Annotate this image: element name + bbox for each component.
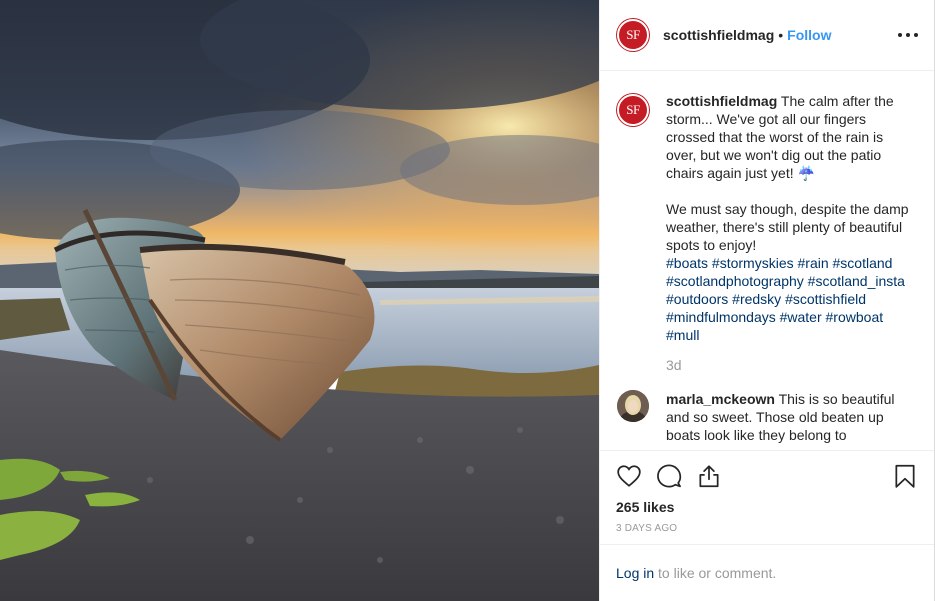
caption-hashtags[interactable]: #boats #stormyskies #rain #scotland #sco…: [666, 254, 910, 344]
comment-icon[interactable]: [656, 463, 682, 489]
follow-button[interactable]: Follow: [787, 27, 831, 43]
login-link[interactable]: Log in: [616, 565, 654, 581]
caption-avatar[interactable]: SF: [617, 94, 649, 126]
post-timestamp: 3 DAYS AGO: [616, 523, 678, 534]
heart-icon[interactable]: [616, 463, 642, 489]
caption-body: scottishfieldmag The calm after the stor…: [666, 92, 910, 374]
post-actions: 265 likes 3 DAYS AGO: [600, 450, 934, 544]
login-prompt-text: to like or comment.: [654, 565, 777, 581]
post-header: SF scottishfieldmag • Follow: [600, 0, 934, 71]
action-icons: [616, 451, 918, 501]
login-prompt: Log in to like or comment.: [600, 544, 934, 601]
comment-username[interactable]: marla_mckeown: [666, 391, 775, 407]
caption-username[interactable]: scottishfieldmag: [666, 93, 777, 109]
caption-comment: SF scottishfieldmag The calm after the s…: [617, 92, 912, 374]
profile-avatar[interactable]: SF: [617, 19, 649, 51]
likes-count[interactable]: 265 likes: [616, 499, 918, 515]
bookmark-icon[interactable]: [892, 463, 918, 489]
post-image: [0, 0, 599, 601]
post-photo[interactable]: [0, 0, 599, 601]
comments-list[interactable]: SF scottishfieldmag The calm after the s…: [600, 72, 934, 450]
commenter-photo: [617, 390, 649, 422]
post-sidebar: SF scottishfieldmag • Follow SF scottish…: [599, 0, 935, 601]
caption-age[interactable]: 3d: [666, 356, 910, 374]
caption-paragraph: We must say though, despite the damp wea…: [666, 201, 909, 253]
header-username[interactable]: scottishfieldmag: [663, 27, 774, 43]
header-separator: •: [778, 27, 784, 43]
more-options-icon[interactable]: [898, 26, 918, 44]
share-icon[interactable]: [696, 463, 722, 489]
comment-body: marla_mckeown This is so beautiful and s…: [666, 390, 910, 444]
comment-item: marla_mckeown This is so beautiful and s…: [617, 390, 912, 444]
commenter-avatar[interactable]: [617, 390, 649, 422]
